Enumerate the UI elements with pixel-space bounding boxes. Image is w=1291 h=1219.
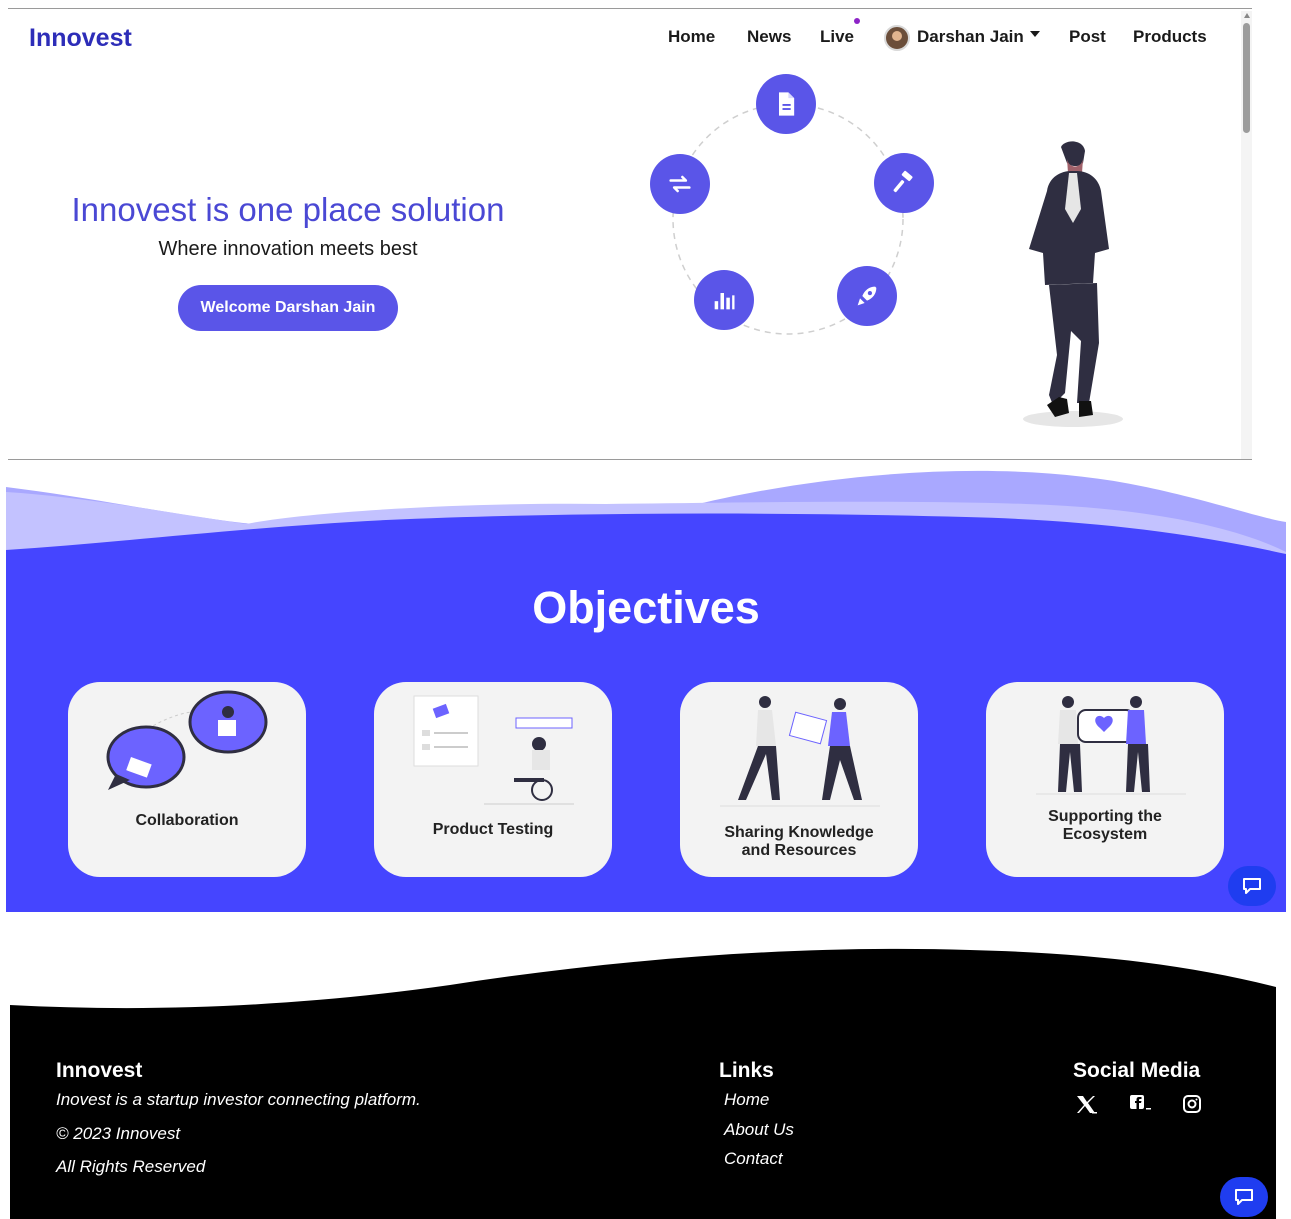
x-icon[interactable] <box>1074 1092 1098 1116</box>
card-label: Product Testing <box>432 821 554 838</box>
nav-user-dropdown[interactable]: Darshan Jain <box>917 27 1024 47</box>
footer-tagline: Inovest is a startup investor connecting… <box>56 1090 421 1109</box>
footer-brand: Innovest <box>56 1059 143 1082</box>
card-label-line1: Supporting the <box>1048 808 1162 825</box>
chat-bubble-icon <box>1235 1189 1253 1205</box>
businessman-illustration <box>1023 141 1123 427</box>
nav-news[interactable]: News <box>747 27 791 47</box>
footer-link-about[interactable]: About Us <box>724 1120 794 1140</box>
collaboration-illustration <box>106 690 268 790</box>
nav-post[interactable]: Post <box>1069 27 1106 47</box>
footer-social-heading: Social Media <box>1073 1059 1201 1082</box>
scroll-thumb[interactable] <box>1243 23 1250 133</box>
hero-subtitle: Where innovation meets best <box>158 238 418 260</box>
avatar[interactable] <box>884 25 910 51</box>
instagram-icon[interactable] <box>1180 1092 1204 1116</box>
footer-rights: All Rights Reserved <box>56 1157 206 1176</box>
objective-card-product-testing[interactable]: Product Testing <box>374 682 612 877</box>
objectives-title: Objectives <box>532 582 760 633</box>
product-testing-illustration <box>413 695 574 805</box>
chat-button[interactable] <box>1220 1177 1268 1217</box>
chat-bubble-icon <box>1243 878 1261 894</box>
nav-home[interactable]: Home <box>668 27 715 47</box>
card-label: Collaboration <box>135 812 239 829</box>
welcome-button[interactable]: Welcome Darshan Jain <box>178 285 398 331</box>
card-label-line1: Sharing Knowledge <box>724 824 874 841</box>
live-indicator-dot <box>854 18 860 24</box>
card-label-line2: Ecosystem <box>1062 826 1148 843</box>
footer: Innovest Inovest is a startup investor c… <box>10 935 1276 1219</box>
footer-link-home[interactable]: Home <box>724 1090 769 1110</box>
nav-products[interactable]: Products <box>1133 27 1207 47</box>
supporting-ecosystem-illustration <box>1036 696 1186 795</box>
top-nav: Home News Live Darshan Jain Post Product… <box>8 27 1252 57</box>
feature-orbit <box>638 74 958 344</box>
facebook-icon[interactable] <box>1128 1092 1152 1116</box>
objective-card-collaboration[interactable]: Collaboration <box>68 682 306 877</box>
scroll-up-arrow-icon[interactable] <box>1244 13 1250 18</box>
hero-section: Innovest Home News Live Darshan Jain Pos… <box>8 8 1252 460</box>
swap-arrows-icon <box>650 154 710 214</box>
nav-live[interactable]: Live <box>820 27 854 47</box>
objective-card-supporting-ecosystem[interactable]: Supporting the Ecosystem <box>986 682 1224 877</box>
footer-links-heading: Links <box>719 1059 774 1082</box>
chevron-down-icon[interactable] <box>1030 31 1040 37</box>
scrollbar[interactable] <box>1241 11 1252 459</box>
objective-card-sharing-knowledge[interactable]: Sharing Knowledge and Resources <box>680 682 918 877</box>
objectives-section: Objectives Collaboration Product Testing… <box>6 462 1286 912</box>
footer-copyright: © 2023 Innovest <box>56 1124 181 1143</box>
document-icon <box>756 74 816 134</box>
hero-title: Innovest is one place solution <box>71 191 505 228</box>
chat-button[interactable] <box>1228 866 1276 906</box>
card-label-line2: and Resources <box>741 842 857 859</box>
hammer-icon <box>874 153 934 213</box>
bar-chart-icon <box>694 270 754 330</box>
rocket-icon <box>837 266 897 326</box>
footer-link-contact[interactable]: Contact <box>724 1149 783 1169</box>
sharing-knowledge-illustration <box>720 696 880 807</box>
